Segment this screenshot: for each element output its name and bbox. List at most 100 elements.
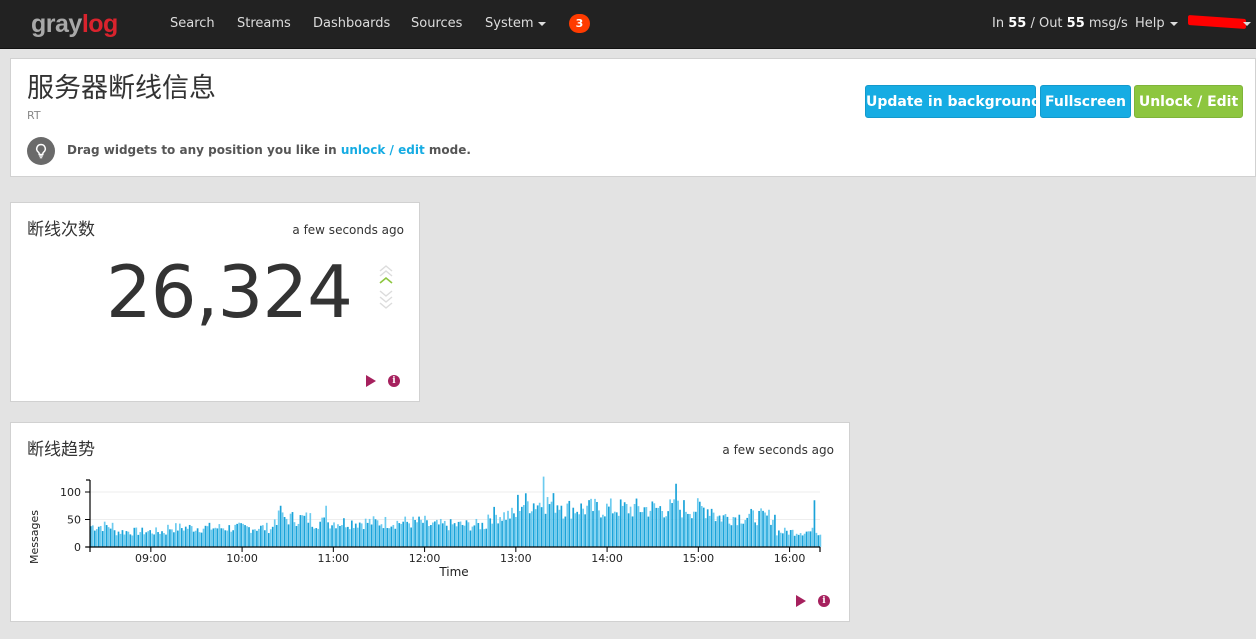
histogram-bar — [315, 528, 318, 547]
histogram-bar — [354, 523, 357, 547]
histogram-bar — [222, 528, 225, 547]
histogram-bar — [362, 529, 365, 547]
histogram-bar — [645, 507, 648, 547]
histogram-bar — [580, 503, 582, 547]
histogram-bar — [758, 510, 760, 547]
histogram-bar — [681, 517, 683, 547]
histogram-bar — [554, 512, 557, 547]
unlock-edit-link[interactable]: unlock / edit — [341, 143, 425, 157]
nav-dashboards[interactable]: Dashboards — [313, 15, 390, 33]
histogram-bar — [396, 520, 399, 547]
widget-actions: i — [790, 595, 830, 609]
histogram-bar — [515, 516, 517, 547]
histogram-bar — [402, 521, 405, 547]
histogram-bar — [819, 534, 822, 547]
histogram-bar — [260, 525, 262, 547]
unlock-edit-button[interactable]: Unlock / Edit — [1134, 85, 1243, 118]
notification-badge[interactable]: 3 — [569, 14, 590, 33]
histogram-bar — [793, 535, 796, 547]
nav-system-label: System — [485, 16, 534, 31]
histogram-bar — [445, 525, 448, 547]
histogram-bar — [252, 529, 254, 547]
histogram-bar — [287, 524, 290, 547]
histogram-bar — [246, 526, 248, 547]
histogram-bar — [477, 523, 480, 547]
histogram-bar — [374, 519, 377, 547]
histogram-bar — [364, 518, 367, 547]
histogram-bar — [797, 534, 800, 547]
histogram-bar — [663, 517, 666, 547]
histogram-bar — [702, 507, 705, 547]
histogram-bar — [552, 493, 555, 547]
histogram-bar — [700, 506, 703, 547]
histogram-bar — [550, 501, 553, 547]
histogram-bar — [772, 519, 774, 547]
lightbulb-icon — [27, 137, 55, 165]
caret-down-icon — [538, 21, 547, 26]
histogram-bar — [694, 511, 697, 547]
update-in-background-button[interactable]: Update in background — [865, 85, 1041, 118]
histogram-bar — [584, 514, 586, 547]
histogram-bar — [625, 504, 628, 547]
info-icon[interactable]: i — [388, 375, 400, 387]
histogram-bar — [493, 506, 495, 547]
histogram-bar — [321, 517, 323, 547]
graylog-logo[interactable]: graylog — [31, 9, 118, 39]
replay-search-icon[interactable] — [366, 375, 376, 387]
histogram-bar — [592, 511, 594, 547]
histogram-bar — [163, 533, 165, 547]
histogram-bar — [97, 526, 100, 547]
histogram-bar — [175, 523, 177, 547]
x-axis-label: Time — [438, 565, 468, 579]
histogram-bar — [742, 523, 745, 547]
histogram-bar — [675, 483, 677, 547]
fullscreen-button[interactable]: Fullscreen — [1040, 85, 1131, 118]
histogram-bar — [691, 518, 693, 547]
histogram-bar — [329, 528, 331, 547]
histogram-bar — [609, 498, 612, 547]
widget-updated-time: a few seconds ago — [292, 223, 404, 237]
histogram-bar — [378, 525, 381, 547]
histogram-bar — [596, 501, 598, 547]
replay-search-icon[interactable] — [796, 595, 806, 607]
user-menu-dropdown[interactable] — [1238, 15, 1251, 33]
histogram-bar — [141, 527, 144, 547]
histogram-bar — [544, 513, 547, 547]
histogram-bar — [489, 518, 492, 547]
histogram-bar — [291, 512, 294, 547]
histogram-bar — [109, 528, 112, 547]
throughput-indicator: In 55 / Out 55 msg/s — [992, 15, 1128, 33]
info-icon[interactable]: i — [818, 595, 830, 607]
histogram-bar — [568, 500, 571, 547]
histogram-bar — [113, 530, 116, 547]
histogram-bar — [182, 530, 185, 547]
histogram-bar — [526, 501, 529, 547]
histogram-bar — [760, 508, 762, 547]
histogram-bar — [683, 500, 685, 547]
histogram-bar — [311, 526, 314, 547]
histogram-bar — [194, 530, 197, 547]
nav-sources[interactable]: Sources — [411, 15, 462, 33]
histogram-bar — [390, 526, 393, 547]
histogram-bar — [497, 523, 499, 547]
nav-streams[interactable]: Streams — [237, 15, 291, 33]
histogram-bar — [730, 525, 733, 547]
histogram-bar — [208, 522, 211, 547]
histogram-bar — [716, 516, 719, 547]
histogram-bar — [360, 523, 363, 547]
histogram-bar — [196, 528, 199, 547]
histogram-bar — [728, 523, 731, 547]
nav-system-dropdown[interactable]: System — [485, 15, 547, 33]
nav-search[interactable]: Search — [170, 15, 215, 33]
histogram-bar — [410, 527, 412, 547]
histogram-bar — [121, 530, 124, 547]
histogram-bar — [313, 528, 316, 547]
histogram-bar — [424, 515, 426, 547]
histogram-bar — [564, 516, 567, 547]
nav-help-dropdown[interactable]: Help — [1135, 15, 1178, 33]
histogram-bar — [210, 529, 213, 547]
histogram-bar — [615, 512, 618, 547]
histogram-bar — [232, 530, 235, 547]
throughput-out-label: / Out — [1026, 16, 1067, 31]
histogram-bar — [335, 528, 337, 547]
